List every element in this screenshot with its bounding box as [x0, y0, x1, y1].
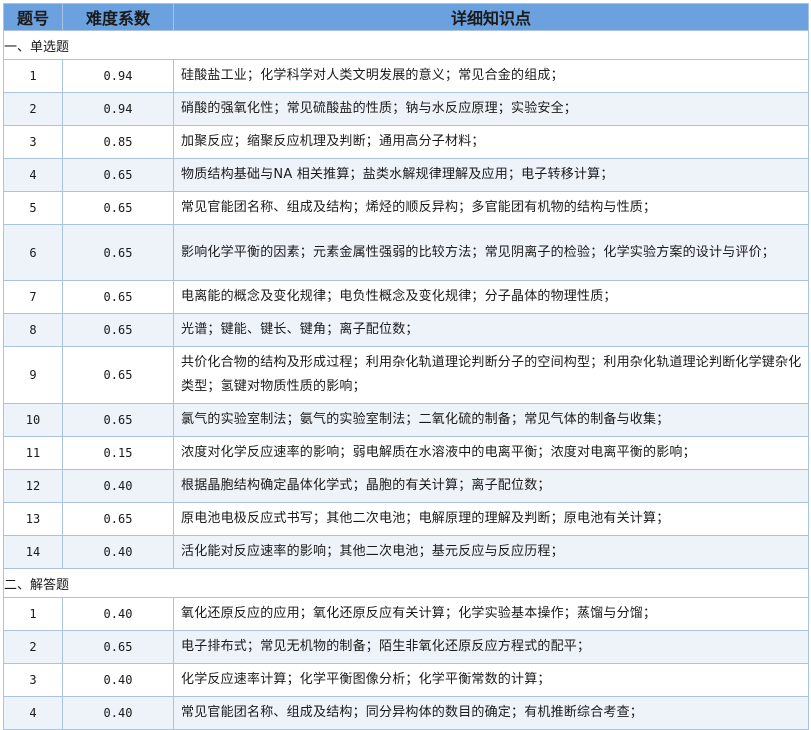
section-header-row: 一、单选题	[3, 30, 809, 60]
question-number-cell: 4	[3, 696, 63, 730]
knowledge-points-cell: 物质结构基础与NA 相关推算；盐类水解规律理解及应用；电子转移计算；	[173, 158, 809, 192]
table-row: 2 0.94 硝酸的强氧化性；常见硫酸盐的性质；钠与水反应原理；实验安全；	[3, 92, 809, 126]
question-number-cell: 14	[3, 535, 63, 569]
difficulty-cell: 0.85	[62, 125, 174, 159]
knowledge-points-cell: 常见官能团名称、组成及结构；烯烃的顺反异构；多官能团有机物的结构与性质；	[173, 191, 809, 225]
difficulty-cell: 0.65	[62, 502, 174, 536]
table-row: 11 0.15 浓度对化学反应速率的影响；弱电解质在水溶液中的电离平衡；浓度对电离平…	[3, 436, 809, 470]
table-row: 8 0.65 光谱；键能、键长、键角；离子配位数；	[3, 313, 809, 347]
question-number-cell: 2	[3, 92, 63, 126]
question-number-cell: 1	[3, 59, 63, 93]
question-number-cell: 12	[3, 469, 63, 503]
table-row: 5 0.65 常见官能团名称、组成及结构；烯烃的顺反异构；多官能团有机物的结构与性质…	[3, 191, 809, 225]
table-row: 12 0.40 根据晶胞结构确定晶体化学式；晶胞的有关计算；离子配位数；	[3, 469, 809, 503]
difficulty-cell: 0.40	[62, 469, 174, 503]
knowledge-points-cell: 活化能对反应速率的影响；其他二次电池；基元反应与反应历程；	[173, 535, 809, 569]
question-number-cell: 4	[3, 158, 63, 192]
table-row: 3 0.85 加聚反应；缩聚反应机理及判断；通用高分子材料；	[3, 125, 809, 159]
section-title: 一、单选题	[3, 30, 809, 60]
knowledge-points-cell: 共价化合物的结构及形成过程；利用杂化轨道理论判断分子的空间构型；利用杂化轨道理论…	[173, 346, 809, 404]
table-row: 6 0.65 影响化学平衡的因素；元素金属性强弱的比较方法；常见阴离子的检验；化学实…	[3, 224, 809, 281]
question-number-cell: 9	[3, 346, 63, 404]
table-row: 7 0.65 电离能的概念及变化规律；电负性概念及变化规律；分子晶体的物理性质；	[3, 280, 809, 314]
knowledge-points-cell: 电离能的概念及变化规律；电负性概念及变化规律；分子晶体的物理性质；	[173, 280, 809, 314]
difficulty-cell: 0.65	[62, 403, 174, 437]
difficulty-cell: 0.65	[62, 346, 174, 404]
difficulty-cell: 0.65	[62, 191, 174, 225]
question-number-cell: 3	[3, 125, 63, 159]
difficulty-cell: 0.65	[62, 158, 174, 192]
header-knowledge-points: 详细知识点	[173, 3, 809, 31]
table-body: 一、单选题 1 0.94 硅酸盐工业；化学科学对人类文明发展的意义；常见合金的组成； 2…	[3, 30, 809, 730]
difficulty-cell: 0.40	[62, 597, 174, 631]
difficulty-cell: 0.65	[62, 224, 174, 281]
question-number-cell: 11	[3, 436, 63, 470]
question-number-cell: 13	[3, 502, 63, 536]
table-row: 13 0.65 原电池电极反应式书写；其他二次电池；电解原理的理解及判断；原电池有关…	[3, 502, 809, 536]
knowledge-points-cell: 常见官能团名称、组成及结构；同分异构体的数目的确定；有机推断综合考查；	[173, 696, 809, 730]
difficulty-cell: 0.94	[62, 59, 174, 93]
difficulty-cell: 0.40	[62, 535, 174, 569]
question-number-cell: 1	[3, 597, 63, 631]
difficulty-cell: 0.94	[62, 92, 174, 126]
table-row: 9 0.65 共价化合物的结构及形成过程；利用杂化轨道理论判断分子的空间构型；利用杂…	[3, 346, 809, 404]
table-row: 2 0.65 电子排布式；常见无机物的制备；陌生非氧化还原反应方程式的配平；	[3, 630, 809, 664]
table-row: 1 0.94 硅酸盐工业；化学科学对人类文明发展的意义；常见合金的组成；	[3, 59, 809, 93]
header-difficulty: 难度系数	[62, 3, 174, 31]
difficulty-cell: 0.65	[62, 630, 174, 664]
question-number-cell: 2	[3, 630, 63, 664]
question-number-cell: 8	[3, 313, 63, 347]
table-row: 4 0.65 物质结构基础与NA 相关推算；盐类水解规律理解及应用；电子转移计算；	[3, 158, 809, 192]
knowledge-points-cell: 硝酸的强氧化性；常见硫酸盐的性质；钠与水反应原理；实验安全；	[173, 92, 809, 126]
difficulty-cell: 0.65	[62, 280, 174, 314]
knowledge-points-cell: 氯气的实验室制法；氨气的实验室制法；二氧化硫的制备；常见气体的制备与收集；	[173, 403, 809, 437]
knowledge-points-cell: 浓度对化学反应速率的影响；弱电解质在水溶液中的电离平衡；浓度对电离平衡的影响；	[173, 436, 809, 470]
knowledge-points-cell: 氧化还原反应的应用；氧化还原反应有关计算；化学实验基本操作；蒸馏与分馏；	[173, 597, 809, 631]
header-question-number: 题号	[3, 3, 63, 31]
knowledge-points-cell: 根据晶胞结构确定晶体化学式；晶胞的有关计算；离子配位数；	[173, 469, 809, 503]
knowledge-points-cell: 影响化学平衡的因素；元素金属性强弱的比较方法；常见阴离子的检验；化学实验方案的设…	[173, 224, 809, 281]
table-row: 1 0.40 氧化还原反应的应用；氧化还原反应有关计算；化学实验基本操作；蒸馏与分馏…	[3, 597, 809, 631]
knowledge-points-cell: 光谱；键能、键长、键角；离子配位数；	[173, 313, 809, 347]
table-row: 10 0.65 氯气的实验室制法；氨气的实验室制法；二氧化硫的制备；常见气体的制备与…	[3, 403, 809, 437]
difficulty-cell: 0.15	[62, 436, 174, 470]
knowledge-points-cell: 电子排布式；常见无机物的制备；陌生非氧化还原反应方程式的配平；	[173, 630, 809, 664]
question-number-cell: 7	[3, 280, 63, 314]
table-row: 14 0.40 活化能对反应速率的影响；其他二次电池；基元反应与反应历程；	[3, 535, 809, 569]
question-number-cell: 6	[3, 224, 63, 281]
knowledge-points-cell: 硅酸盐工业；化学科学对人类文明发展的意义；常见合金的组成；	[173, 59, 809, 93]
difficulty-cell: 0.65	[62, 313, 174, 347]
table-row: 4 0.40 常见官能团名称、组成及结构；同分异构体的数目的确定；有机推断综合考查；	[3, 696, 809, 730]
difficulty-cell: 0.40	[62, 696, 174, 730]
table-header-row: 题号 难度系数 详细知识点	[3, 3, 809, 31]
question-number-cell: 5	[3, 191, 63, 225]
knowledge-points-cell: 加聚反应；缩聚反应机理及判断；通用高分子材料；	[173, 125, 809, 159]
section-header-row: 二、解答题	[3, 568, 809, 598]
section-title: 二、解答题	[3, 568, 809, 598]
knowledge-points-cell: 原电池电极反应式书写；其他二次电池；电解原理的理解及判断；原电池有关计算；	[173, 502, 809, 536]
question-number-cell: 10	[3, 403, 63, 437]
knowledge-point-table: 题号 难度系数 详细知识点 一、单选题 1 0.94 硅酸盐工业；化学科学对人类文明发…	[3, 3, 809, 730]
